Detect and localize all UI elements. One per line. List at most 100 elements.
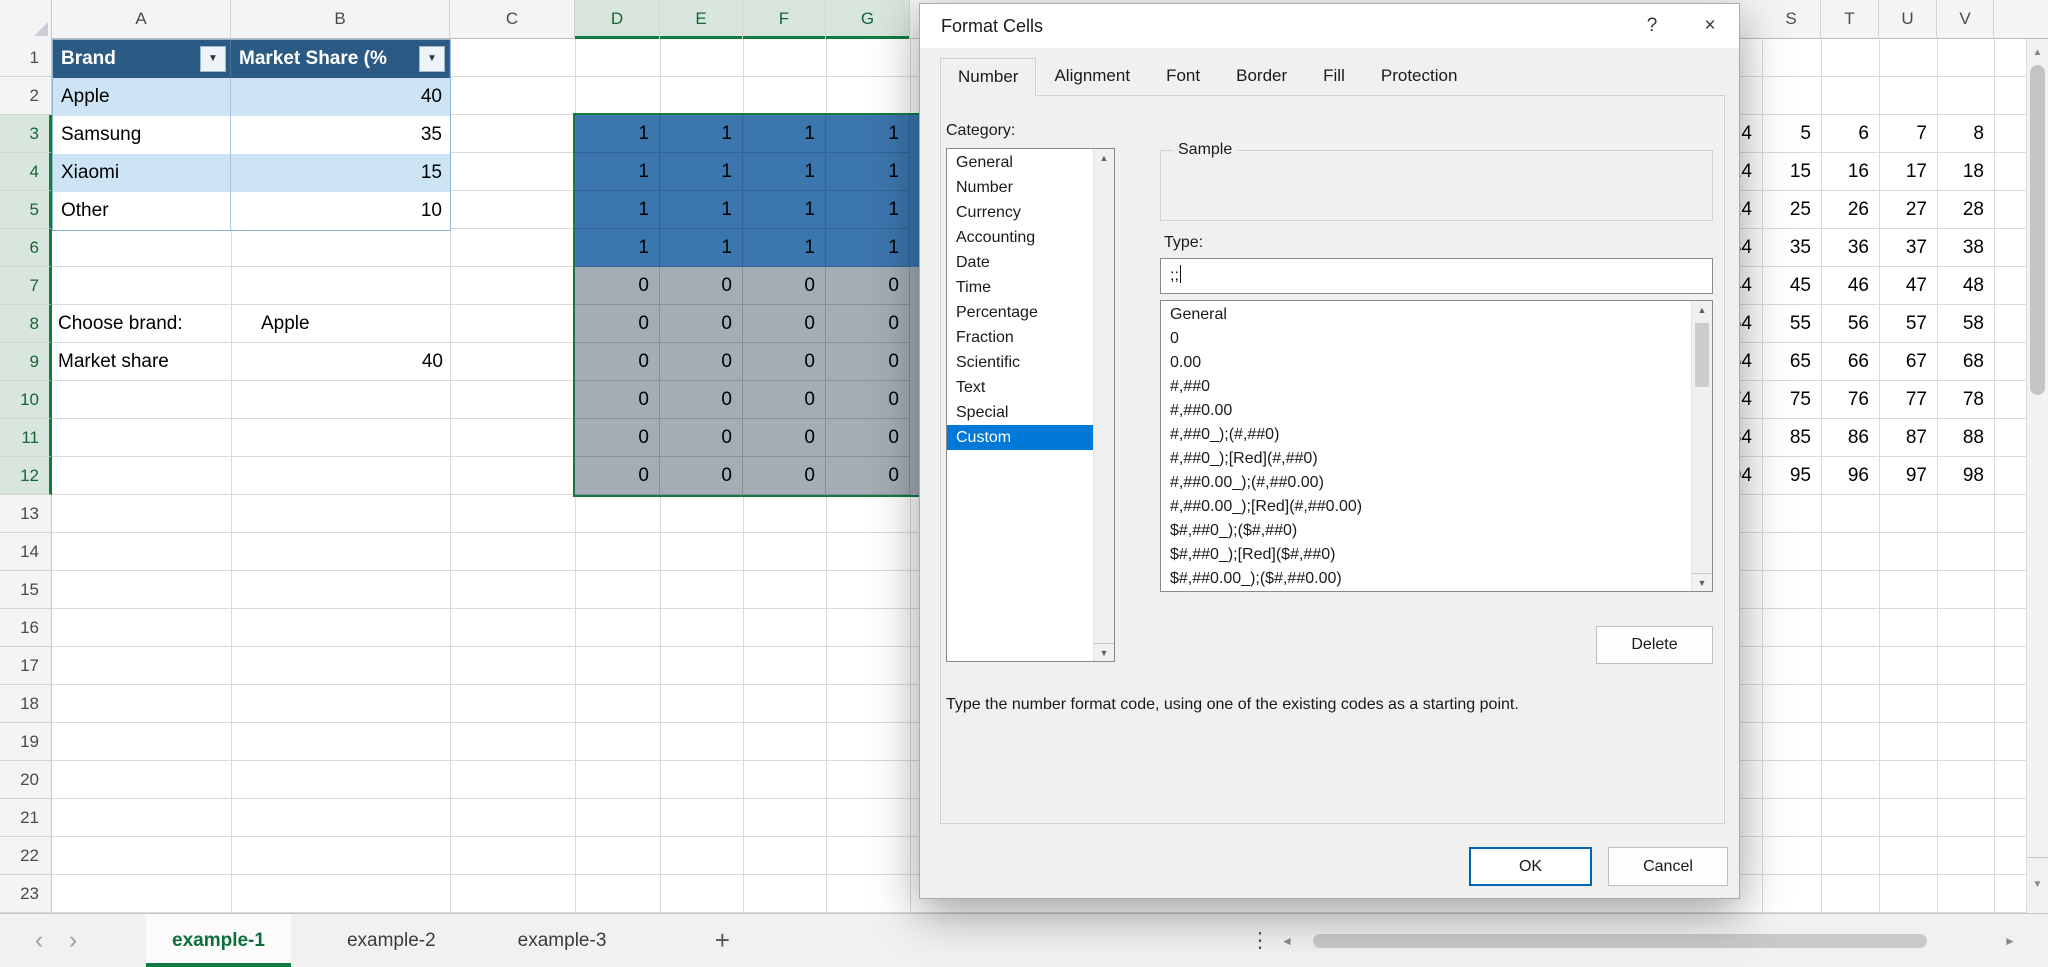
cell[interactable]: 67 — [1879, 343, 1937, 381]
cell[interactable]: 0 — [826, 457, 910, 495]
cell[interactable]: 76 — [1821, 381, 1879, 419]
cell[interactable]: 0 — [826, 419, 910, 457]
cell[interactable]: 1 — [826, 115, 910, 153]
cell[interactable]: 1 — [826, 229, 910, 267]
dialog-tab[interactable]: Font — [1148, 57, 1218, 95]
scroll-up-icon[interactable]: ▲ — [2027, 41, 2048, 63]
category-item[interactable]: Text — [947, 375, 1093, 400]
category-item[interactable]: Time — [947, 275, 1093, 300]
scroll-left-icon[interactable]: ◄ — [1277, 934, 1297, 948]
cell[interactable]: 1 — [743, 191, 826, 229]
cell[interactable]: 1 — [660, 191, 743, 229]
column-header[interactable]: C — [450, 0, 575, 39]
dialog-tab[interactable]: Number — [940, 58, 1036, 96]
choose-brand-value-cell[interactable]: Apple — [261, 305, 310, 343]
row-header[interactable]: 10 — [0, 381, 52, 419]
cell[interactable]: 1 — [743, 115, 826, 153]
brand-cell[interactable]: Xiaomi — [53, 154, 231, 192]
format-item[interactable]: 0 — [1161, 327, 1691, 351]
market-share-value-cell[interactable]: 40 — [231, 343, 451, 381]
row-header[interactable]: 2 — [0, 77, 52, 115]
brand-cell[interactable]: Apple — [53, 78, 231, 116]
row-header[interactable]: 6 — [0, 229, 52, 267]
cell[interactable]: 1 — [660, 153, 743, 191]
scroll-up-icon[interactable]: ▲ — [1094, 149, 1114, 167]
category-item[interactable]: Date — [947, 250, 1093, 275]
cell[interactable]: 57 — [1879, 305, 1937, 343]
cell[interactable]: 28 — [1937, 191, 1994, 229]
row-header[interactable]: 21 — [0, 799, 52, 837]
cell[interactable]: 0 — [660, 305, 743, 343]
cell[interactable]: 1 — [575, 153, 660, 191]
market-share-label-cell[interactable]: Market share — [58, 343, 169, 381]
cell[interactable]: 25 — [1762, 191, 1821, 229]
vertical-scroll-thumb[interactable] — [2030, 65, 2045, 395]
next-sheet-button[interactable]: › — [56, 926, 90, 955]
cell[interactable]: 27 — [1879, 191, 1937, 229]
cell[interactable]: 0 — [826, 267, 910, 305]
cell[interactable]: 75 — [1762, 381, 1821, 419]
category-item[interactable]: Special — [947, 400, 1093, 425]
column-header[interactable]: E — [660, 0, 743, 39]
category-item[interactable]: Fraction — [947, 325, 1093, 350]
format-item[interactable]: #,##0 — [1161, 375, 1691, 399]
cell[interactable]: 0 — [660, 381, 743, 419]
cell[interactable]: 98 — [1937, 457, 1994, 495]
sheet-tab[interactable]: example-2 — [321, 914, 462, 967]
cell[interactable]: 0 — [660, 457, 743, 495]
close-button[interactable]: × — [1681, 4, 1739, 48]
share-cell[interactable]: 35 — [231, 116, 450, 154]
row-header[interactable]: 5 — [0, 191, 52, 229]
cell[interactable]: 17 — [1879, 153, 1937, 191]
format-item[interactable]: $#,##0_);[Red]($#,##0) — [1161, 543, 1691, 567]
scroll-down-icon[interactable]: ▼ — [1094, 643, 1114, 661]
sheet-tab[interactable]: example-1 — [146, 914, 291, 967]
format-code-input[interactable]: ;; — [1160, 258, 1713, 294]
cell[interactable]: 58 — [1937, 305, 1994, 343]
sheet-tab[interactable]: example-3 — [492, 914, 633, 967]
horizontal-scroll-thumb[interactable] — [1313, 934, 1927, 948]
format-item[interactable]: #,##0.00_);[Red](#,##0.00) — [1161, 495, 1691, 519]
more-icon[interactable]: ⋮ — [1243, 928, 1277, 953]
category-item[interactable]: Scientific — [947, 350, 1093, 375]
format-scrollbar[interactable]: ▲ ▼ — [1691, 301, 1712, 591]
cell[interactable]: 0 — [743, 305, 826, 343]
cell[interactable]: 0 — [660, 343, 743, 381]
share-cell[interactable]: 40 — [231, 78, 450, 116]
dialog-tab[interactable]: Alignment — [1036, 57, 1148, 95]
column-header[interactable]: U — [1879, 0, 1937, 39]
row-header[interactable]: 17 — [0, 647, 52, 685]
ok-button[interactable]: OK — [1469, 847, 1592, 886]
cell[interactable]: 1 — [826, 153, 910, 191]
cell[interactable]: 0 — [743, 343, 826, 381]
horizontal-scrollbar[interactable]: ◄ ► — [1277, 933, 2020, 949]
category-item[interactable]: Currency — [947, 200, 1093, 225]
cell[interactable]: 95 — [1762, 457, 1821, 495]
row-header[interactable]: 13 — [0, 495, 52, 533]
dialog-tab[interactable]: Fill — [1305, 57, 1363, 95]
cell[interactable]: 96 — [1821, 457, 1879, 495]
cell[interactable]: 0 — [575, 381, 660, 419]
help-button[interactable]: ? — [1623, 4, 1681, 48]
cell[interactable]: 68 — [1937, 343, 1994, 381]
cell[interactable]: 66 — [1821, 343, 1879, 381]
cancel-button[interactable]: Cancel — [1608, 847, 1728, 886]
cell[interactable]: 48 — [1937, 267, 1994, 305]
category-scrollbar[interactable]: ▲ ▼ — [1093, 149, 1114, 661]
cell[interactable]: 8 — [1937, 115, 1994, 153]
category-item[interactable]: Percentage — [947, 300, 1093, 325]
cell[interactable]: 47 — [1879, 267, 1937, 305]
category-listbox[interactable]: GeneralNumberCurrencyAccountingDateTimeP… — [946, 148, 1115, 662]
cell[interactable]: 0 — [660, 419, 743, 457]
cell[interactable]: 1 — [660, 115, 743, 153]
cell[interactable]: 5 — [1762, 115, 1821, 153]
scroll-thumb[interactable] — [1695, 323, 1709, 387]
cell[interactable]: 7 — [1879, 115, 1937, 153]
prev-sheet-button[interactable]: ‹ — [22, 926, 56, 955]
cell[interactable]: 87 — [1879, 419, 1937, 457]
cell[interactable]: 0 — [575, 419, 660, 457]
dialog-titlebar[interactable]: Format Cells ? × — [920, 4, 1739, 48]
scroll-up-icon[interactable]: ▲ — [1692, 301, 1712, 319]
cell[interactable]: 18 — [1937, 153, 1994, 191]
format-listbox[interactable]: General00.00#,##0#,##0.00#,##0_);(#,##0)… — [1160, 300, 1713, 592]
